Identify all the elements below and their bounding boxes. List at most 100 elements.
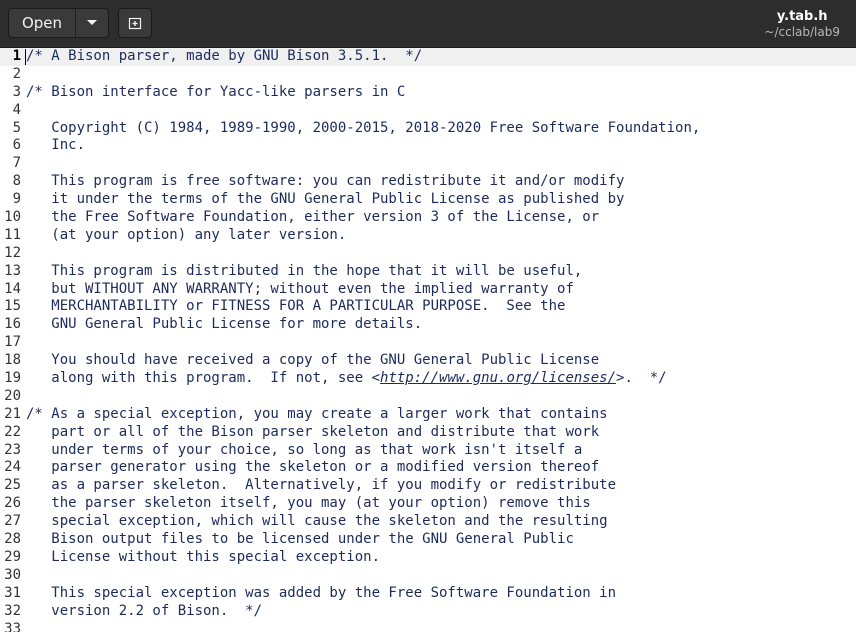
code-line[interactable]: 19 along with this program. If not, see … (0, 370, 856, 388)
code-line[interactable]: 18 You should have received a copy of th… (0, 352, 856, 370)
license-link[interactable]: http://www.gnu.org/licenses/ (380, 370, 616, 386)
line-text-segment: License without this special exception. (26, 548, 381, 565)
line-text: but WITHOUT ANY WARRANTY; without even t… (26, 281, 574, 299)
line-number: 15 (4, 298, 21, 315)
line-text: it under the terms of the GNU General Pu… (26, 191, 624, 209)
line-number: 29 (4, 548, 21, 565)
line-number: 28 (4, 531, 21, 548)
line-text-segment: (at your option) any later version. (26, 226, 347, 243)
code-line[interactable]: 3 /* Bison interface for Yacc-like parser… (0, 84, 856, 102)
line-number: 24 (4, 459, 21, 476)
code-line[interactable]: 31 This special exception was added by t… (0, 585, 856, 603)
code-line[interactable]: 29 License without this special exceptio… (0, 549, 856, 567)
line-number: 32 (4, 602, 21, 619)
line-text-segment: but WITHOUT ANY WARRANTY; without even t… (26, 280, 574, 297)
code-line[interactable]: 2 (0, 66, 856, 84)
code-line[interactable]: 28 Bison output files to be licensed und… (0, 531, 856, 549)
line-number: 31 (4, 584, 21, 601)
line-number: 19 (4, 370, 21, 387)
line-text-segment: This program is free software: you can r… (26, 173, 625, 190)
document-path: ~/cclab/lab9 (764, 25, 840, 39)
window-title-block: y.tab.h ~/cclab/lab9 (764, 9, 840, 39)
line-text: along with this program. If not, see <ht… (26, 370, 666, 388)
line-text-segment: special exception, which will cause the … (26, 513, 608, 530)
line-text: Bison output files to be licensed under … (26, 531, 574, 549)
code-line[interactable]: 12 (0, 245, 856, 263)
code-line[interactable]: 20 (0, 388, 856, 406)
line-text-segment: it under the terms of the GNU General Pu… (26, 191, 625, 208)
line-number: 25 (4, 477, 21, 494)
new-document-button[interactable] (118, 8, 152, 38)
code-line[interactable]: 24 parser generator using the skeleton o… (0, 459, 856, 477)
line-text: as a parser skeleton. Alternatively, if … (26, 477, 616, 495)
code-line[interactable]: 27 special exception, which will cause t… (0, 513, 856, 531)
code-line[interactable]: 9 it under the terms of the GNU General … (0, 191, 856, 209)
code-line[interactable]: 17 (0, 334, 856, 352)
line-text: This program is free software: you can r… (26, 173, 624, 191)
line-number: 8 (12, 173, 21, 190)
line-number: 30 (4, 566, 21, 583)
code-line[interactable]: 4 (0, 102, 856, 120)
line-text: (at your option) any later version. (26, 227, 346, 245)
line-text-segment: /* Bison interface for Yacc-like parsers… (26, 83, 406, 100)
line-text: special exception, which will cause the … (26, 513, 608, 531)
line-number: 27 (4, 513, 21, 530)
line-text-segment: the Free Software Foundation, either ver… (26, 209, 600, 226)
line-text-segment: /* A Bison parser, made by GNU Bison 3.5… (26, 48, 423, 64)
line-text: the parser skeleton itself, you may (at … (26, 495, 591, 513)
line-text-segment: Copyright (C) 1984, 1989-1990, 2000-2015… (26, 119, 701, 136)
line-text: version 2.2 of Bison. */ (26, 603, 262, 621)
code-line[interactable]: 15 MERCHANTABILITY or FITNESS FOR A PART… (0, 298, 856, 316)
code-line[interactable]: 30 (0, 567, 856, 585)
line-text-segment: as a parser skeleton. Alternatively, if … (26, 477, 617, 494)
line-number: 6 (12, 137, 21, 154)
code-line[interactable]: 14 but WITHOUT ANY WARRANTY; without eve… (0, 281, 856, 299)
line-text: You should have received a copy of the G… (26, 352, 599, 370)
line-text: /* As a special exception, you may creat… (26, 406, 608, 424)
line-number: 16 (4, 316, 21, 333)
code-line[interactable]: 6 Inc. (0, 137, 856, 155)
open-button[interactable]: Open (9, 9, 75, 37)
code-line[interactable]: 32 version 2.2 of Bison. */ (0, 603, 856, 621)
line-text-segment: along with this program. If not, see < (26, 370, 381, 387)
code-line[interactable]: 22 part or all of the Bison parser skele… (0, 424, 856, 442)
open-button-group: Open (8, 8, 109, 38)
code-line[interactable]: 1 /* A Bison parser, made by GNU Bison 3.… (0, 48, 856, 66)
code-line[interactable]: 11 (at your option) any later version. (0, 227, 856, 245)
code-line[interactable]: 8 This program is free software: you can… (0, 173, 856, 191)
line-number: 14 (4, 280, 21, 297)
code-line[interactable]: 23 under terms of your choice, so long a… (0, 442, 856, 460)
line-number: 33 (4, 620, 21, 632)
line-text-segment: Inc. (26, 137, 86, 154)
code-line[interactable]: 25 as a parser skeleton. Alternatively, … (0, 477, 856, 495)
line-text-segment: This special exception was added by the … (26, 584, 617, 601)
line-text-segment: Bison output files to be licensed under … (26, 531, 574, 548)
line-text: parser generator using the skeleton or a… (26, 459, 599, 477)
line-number: 23 (4, 441, 21, 458)
line-text-segment: the parser skeleton itself, you may (at … (26, 495, 591, 512)
code-line[interactable]: 26 the parser skeleton itself, you may (… (0, 495, 856, 513)
code-line[interactable]: 7 (0, 155, 856, 173)
line-number: 13 (4, 262, 21, 279)
code-line[interactable]: 5 Copyright (C) 1984, 1989-1990, 2000-20… (0, 120, 856, 138)
line-text: part or all of the Bison parser skeleton… (26, 424, 599, 442)
line-number: 10 (4, 209, 21, 226)
line-text: This program is distributed in the hope … (26, 263, 582, 281)
text-editor[interactable]: 1 /* A Bison parser, made by GNU Bison 3.… (0, 48, 856, 632)
line-number: 9 (12, 191, 21, 208)
line-text: Copyright (C) 1984, 1989-1990, 2000-2015… (26, 120, 700, 138)
code-line[interactable]: 10 the Free Software Foundation, either … (0, 209, 856, 227)
code-line[interactable]: 33 (0, 621, 856, 632)
code-line[interactable]: 16 GNU General Public License for more d… (0, 316, 856, 334)
line-number: 12 (4, 244, 21, 261)
code-line[interactable]: 13 This program is distributed in the ho… (0, 263, 856, 281)
line-text-segment: under terms of your choice, so long as t… (26, 441, 583, 458)
open-dropdown-button[interactable] (76, 9, 108, 37)
line-text: License without this special exception. (26, 549, 380, 567)
code-line[interactable]: 21 /* As a special exception, you may cre… (0, 406, 856, 424)
text-cursor (25, 49, 26, 65)
line-number: 20 (4, 387, 21, 404)
line-text: the Free Software Foundation, either ver… (26, 209, 599, 227)
line-number: 22 (4, 423, 21, 440)
line-text: under terms of your choice, so long as t… (26, 442, 582, 460)
